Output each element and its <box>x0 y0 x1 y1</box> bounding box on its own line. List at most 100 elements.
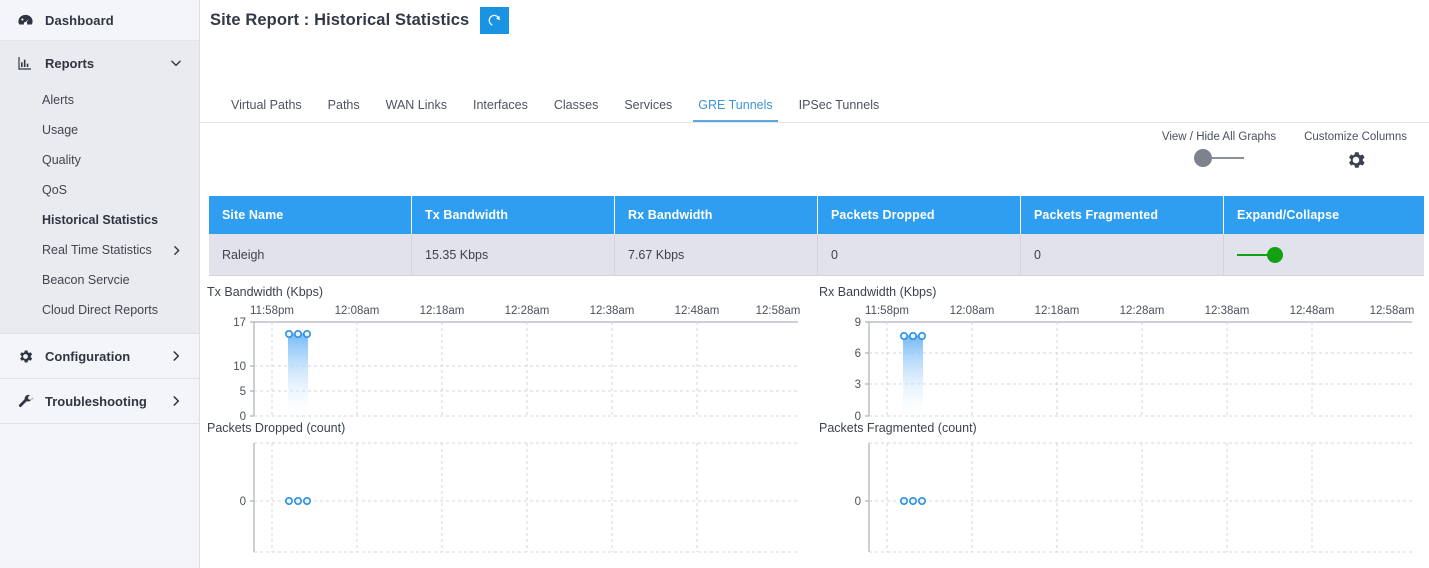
sidebar-subitem-label: Alerts <box>42 93 74 107</box>
column-header-packets-fragmented[interactable]: Packets Fragmented <box>1021 196 1224 234</box>
chart-plot-packets-fragmented[interactable]: 0 <box>812 439 1422 557</box>
chevron-right-icon[interactable] <box>169 394 183 408</box>
svg-text:12:48am: 12:48am <box>675 305 720 317</box>
column-header-tx-bandwidth[interactable]: Tx Bandwidth <box>412 196 615 234</box>
svg-text:12:38am: 12:38am <box>590 305 635 317</box>
charts-area: Tx Bandwidth (Kbps) 11:58pm 12:08am 12:1… <box>200 285 1429 557</box>
main-content: Site Report : Historical Statistics Virt… <box>200 0 1429 568</box>
refresh-button[interactable] <box>480 7 510 34</box>
bar-chart-icon <box>14 55 36 71</box>
column-header-expand-collapse[interactable]: Expand/Collapse <box>1224 196 1424 234</box>
chevron-right-icon[interactable] <box>170 244 183 257</box>
gear-icon[interactable] <box>1345 149 1367 171</box>
chart-plot-tx-bandwidth[interactable]: 11:58pm 12:08am 12:18am 12:28am 12:38am … <box>200 303 812 421</box>
customize-columns-control: Customize Columns <box>1290 131 1421 171</box>
tab-paths[interactable]: Paths <box>315 98 373 122</box>
view-hide-all-graphs-label: View / Hide All Graphs <box>1161 131 1277 143</box>
sidebar-item-reports[interactable]: Reports <box>0 41 199 85</box>
svg-text:12:58am: 12:58am <box>756 305 801 317</box>
sidebar-item-dashboard[interactable]: Dashboard <box>0 0 199 41</box>
column-header-packets-dropped[interactable]: Packets Dropped <box>818 196 1021 234</box>
sidebar-section-reports: Reports Alerts Usage Quality QoS Histori… <box>0 41 199 334</box>
chart-title-tx-bandwidth: Tx Bandwidth (Kbps) <box>207 285 324 299</box>
gre-tunnels-table: Site Name Tx Bandwidth Rx Bandwidth Pack… <box>209 196 1424 276</box>
sidebar-item-alerts[interactable]: Alerts <box>0 85 199 115</box>
tab-label: Interfaces <box>472 98 528 112</box>
charts-row-bottom: Packets Dropped (count) 0 Packets Fragme… <box>200 421 1429 557</box>
tab-interfaces[interactable]: Interfaces <box>460 98 541 122</box>
gear-icon <box>14 348 36 365</box>
tab-label: Classes <box>553 98 599 112</box>
sidebar-subitem-label: Beacon Servcie <box>42 273 130 287</box>
svg-text:12:48am: 12:48am <box>1290 305 1335 317</box>
tab-label: IPSec Tunnels <box>798 98 880 112</box>
refresh-icon <box>487 13 502 28</box>
sidebar-subitem-label: Usage <box>42 123 79 137</box>
customize-columns-label: Customize Columns <box>1304 131 1407 143</box>
chevron-down-icon[interactable] <box>169 56 183 70</box>
svg-text:12:28am: 12:28am <box>505 305 550 317</box>
table-row[interactable]: Raleigh 15.35 Kbps 7.67 Kbps 0 0 <box>209 234 1424 276</box>
sidebar-item-cloud-direct-reports[interactable]: Cloud Direct Reports <box>0 295 199 325</box>
sidebar: Dashboard Reports Alerts Usage Quality Q… <box>0 0 200 568</box>
svg-text:11:58pm: 11:58pm <box>865 305 909 317</box>
sidebar-item-historical-statistics[interactable]: Historical Statistics <box>0 205 199 235</box>
wrench-icon <box>14 393 36 410</box>
cell-expand-collapse <box>1224 234 1424 275</box>
sidebar-item-beacon-service[interactable]: Beacon Servcie <box>0 265 199 295</box>
cell-site-name: Raleigh <box>209 234 412 275</box>
tab-virtual-paths[interactable]: Virtual Paths <box>218 98 315 122</box>
graph-toolbar: View / Hide All Graphs Customize Columns <box>1148 131 1421 171</box>
sidebar-reports-label: Reports <box>45 55 95 71</box>
sidebar-section-troubleshooting: Troubleshooting <box>0 379 199 424</box>
column-header-site-name[interactable]: Site Name <box>209 196 412 234</box>
tab-label: Services <box>624 98 673 112</box>
svg-text:0: 0 <box>855 496 861 508</box>
sidebar-empty-space <box>0 449 199 568</box>
chart-title-packets-fragmented: Packets Fragmented (count) <box>819 421 977 435</box>
svg-text:0: 0 <box>240 496 246 508</box>
cell-packets-fragmented: 0 <box>1021 234 1224 275</box>
view-hide-all-graphs-toggle[interactable] <box>1193 149 1244 167</box>
chart-plot-packets-dropped[interactable]: 0 <box>200 439 812 557</box>
sidebar-subitem-label: QoS <box>42 183 68 197</box>
chart-packets-fragmented: Packets Fragmented (count) 0 <box>812 421 1422 557</box>
tab-gre-tunnels[interactable]: GRE Tunnels <box>685 98 785 122</box>
tab-wan-links[interactable]: WAN Links <box>373 98 460 122</box>
sidebar-configuration-label: Configuration <box>45 348 131 364</box>
chart-plot-rx-bandwidth[interactable]: 11:58pm 12:08am 12:18am 12:28am 12:38am … <box>812 303 1422 421</box>
sidebar-item-real-time-statistics[interactable]: Real Time Statistics <box>0 235 199 265</box>
svg-text:17: 17 <box>233 317 246 329</box>
chart-title-packets-dropped: Packets Dropped (count) <box>207 421 346 435</box>
tab-label: GRE Tunnels <box>698 98 773 112</box>
chart-rx-bandwidth: Rx Bandwidth (Kbps) 11:58pm 12:08am 12:1… <box>812 285 1422 421</box>
page-title: Site Report : Historical Statistics <box>210 11 470 29</box>
app-root: Dashboard Reports Alerts Usage Quality Q… <box>0 0 1429 568</box>
chart-title-rx-bandwidth: Rx Bandwidth (Kbps) <box>819 285 937 299</box>
sidebar-item-troubleshooting[interactable]: Troubleshooting <box>0 379 199 423</box>
table-header-row: Site Name Tx Bandwidth Rx Bandwidth Pack… <box>209 196 1424 234</box>
sidebar-subitem-label: Real Time Statistics <box>42 243 152 257</box>
svg-text:12:18am: 12:18am <box>1035 305 1080 317</box>
svg-text:12:08am: 12:08am <box>950 305 995 317</box>
tab-ipsec-tunnels[interactable]: IPSec Tunnels <box>786 98 893 122</box>
sidebar-item-configuration[interactable]: Configuration <box>0 334 199 378</box>
svg-text:12:38am: 12:38am <box>1205 305 1250 317</box>
svg-text:3: 3 <box>855 379 861 391</box>
sidebar-item-quality[interactable]: Quality <box>0 145 199 175</box>
svg-text:10: 10 <box>233 361 246 373</box>
tab-services[interactable]: Services <box>611 98 685 122</box>
cell-packets-dropped: 0 <box>818 234 1021 275</box>
sidebar-item-usage[interactable]: Usage <box>0 115 199 145</box>
cell-tx-bandwidth: 15.35 Kbps <box>412 234 615 275</box>
tab-classes[interactable]: Classes <box>541 98 611 122</box>
column-header-rx-bandwidth[interactable]: Rx Bandwidth <box>615 196 818 234</box>
chevron-right-icon[interactable] <box>169 349 183 363</box>
sidebar-item-qos[interactable]: QoS <box>0 175 199 205</box>
svg-text:0: 0 <box>240 411 246 421</box>
view-hide-all-graphs-control: View / Hide All Graphs <box>1148 131 1290 167</box>
toggle-knob <box>1193 149 1212 167</box>
toggle-knob <box>1267 246 1283 263</box>
expand-collapse-toggle[interactable] <box>1237 246 1283 263</box>
toggle-track <box>1237 253 1269 256</box>
